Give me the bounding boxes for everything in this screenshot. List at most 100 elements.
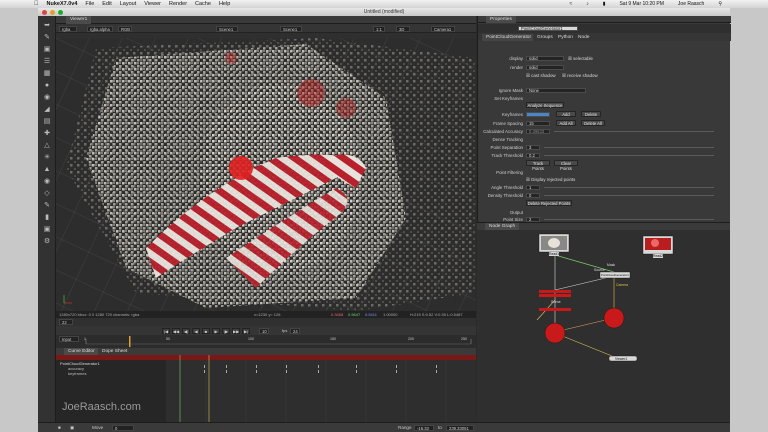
particles-icon[interactable]: ✳ — [42, 154, 52, 162]
merge-icon[interactable]: ▤ — [42, 118, 52, 126]
point-separation-slider[interactable] — [544, 147, 714, 148]
node-graph-canvas[interactable]: Read1 Read2 PointCloudGenerator1 Mask So… — [477, 230, 730, 422]
range-end-input[interactable]: 239.33051 — [446, 425, 474, 431]
analyze-sequence-button[interactable]: Analyze Sequence — [526, 102, 564, 108]
menu-app-name[interactable]: NukeX7.0v4 — [47, 1, 78, 7]
search-icon[interactable]: ⚲ — [718, 1, 722, 7]
channel-icon[interactable]: ▦ — [42, 70, 52, 78]
tab-properties[interactable]: Properties — [486, 16, 516, 23]
menu-help[interactable]: Help — [219, 1, 230, 7]
close-window-button[interactable] — [42, 9, 47, 15]
timeline[interactable]: Input 1 50 100 150 200 250 — [56, 335, 476, 348]
image-icon[interactable]: ▣ — [42, 46, 52, 54]
tree-keyframes[interactable]: keyframes — [68, 371, 86, 376]
user-name[interactable]: Joe Raasch — [678, 1, 704, 7]
track-threshold-input[interactable]: 0.2 — [526, 152, 540, 158]
add-keyframe-button[interactable]: Add — [556, 111, 576, 117]
transform-icon[interactable]: ✚ — [42, 130, 52, 138]
ignore-mask-select[interactable]: None — [526, 87, 586, 93]
node-name-field[interactable]: PointCloudGenerator1 — [518, 25, 578, 31]
ofx-icon[interactable]: ▣ — [42, 226, 52, 234]
camera-select[interactable]: Camera1 — [431, 25, 455, 32]
point-separation-input[interactable]: 3 — [526, 144, 540, 150]
read1-node[interactable]: Read1 — [549, 252, 559, 256]
view-mode-select[interactable]: 3D — [396, 25, 410, 32]
move-input[interactable]: 0 — [112, 425, 134, 431]
first-frame-button[interactable]: |◀ — [162, 327, 170, 334]
other-icon[interactable]: ✎ — [42, 202, 52, 210]
cast-shadow-checkbox[interactable]: ☒ cast shadow — [526, 73, 556, 79]
battery-icon[interactable]: ▮ — [603, 1, 606, 7]
delete-all-button[interactable]: Delete All — [581, 120, 605, 126]
add-all-button[interactable]: Add All — [556, 120, 576, 126]
menu-viewer[interactable]: Viewer — [144, 1, 161, 7]
read2-node[interactable]: Read2 — [653, 254, 663, 258]
fps-input[interactable]: 24 — [290, 327, 300, 334]
scene-node-label[interactable]: Scene — [551, 300, 561, 304]
draw-icon[interactable]: ✎ — [42, 34, 52, 42]
key-icon[interactable]: ■ — [58, 425, 61, 430]
angle-threshold-slider[interactable] — [544, 187, 714, 188]
volume-icon[interactable]: ♪ — [586, 1, 589, 7]
input-a-select[interactable]: Scene1 — [216, 25, 238, 32]
keyframes-input[interactable] — [526, 111, 550, 117]
density-threshold-slider[interactable] — [544, 195, 714, 196]
menu-render[interactable]: Render — [169, 1, 187, 7]
menu-edit[interactable]: Edit — [102, 1, 111, 7]
angle-threshold-input[interactable]: 1 — [526, 184, 540, 190]
delete-rejected-button[interactable]: Delete Rejected Points — [526, 200, 572, 206]
tab-node[interactable]: Node — [574, 34, 594, 41]
input-b-select[interactable]: Scene1 — [280, 25, 302, 32]
apple-icon[interactable]:  — [34, 1, 39, 7]
next-frame-button[interactable]: |▶ — [222, 327, 230, 334]
views-icon[interactable]: ◉ — [42, 178, 52, 186]
camera-node-label[interactable]: Camera — [616, 283, 628, 287]
tab-curve-editor[interactable]: Curve Editor — [64, 348, 99, 355]
filter-icon[interactable]: ◉ — [42, 94, 52, 102]
wifi-icon[interactable]: ≈ — [569, 1, 572, 7]
zoom-select[interactable]: 1:1 — [373, 25, 385, 32]
menu-file[interactable]: File — [85, 1, 94, 7]
tab-viewer1[interactable]: Viewer1 — [66, 16, 92, 24]
menu-layout[interactable]: Layout — [120, 1, 137, 7]
prev-key-button[interactable]: ◀◀ — [172, 327, 180, 334]
frame-spacing-input[interactable]: 15 — [526, 120, 550, 126]
keyer-icon[interactable]: ◢ — [42, 106, 52, 114]
display-select[interactable]: solid — [526, 55, 564, 61]
stop-button[interactable]: ■ — [202, 327, 210, 334]
display-rejected-checkbox[interactable]: ☒ Display rejected points — [526, 177, 575, 183]
tab-dope-sheet[interactable]: Dope Sheet — [98, 348, 132, 355]
track-threshold-slider[interactable] — [544, 155, 714, 156]
receive-shadow-checkbox[interactable]: ☒ receive shadow — [562, 73, 598, 79]
selectable-checkbox[interactable]: ☒ selectable — [568, 56, 593, 62]
track-points-button[interactable]: Track Points — [526, 160, 550, 171]
viewer1-node[interactable]: Viewer1 — [615, 357, 627, 361]
frame-icon[interactable]: ▣ — [70, 425, 74, 431]
increment-input[interactable]: 10 — [259, 327, 269, 334]
play-forward-button[interactable]: ▶ — [212, 327, 220, 334]
time-icon[interactable]: ☰ — [42, 58, 52, 66]
point-size-slider[interactable] — [544, 219, 714, 220]
settings-icon[interactable]: ⚙ — [42, 238, 52, 246]
range-start-input[interactable]: -16.33 — [414, 425, 434, 431]
render-select[interactable]: solid — [526, 64, 564, 70]
furnace-icon[interactable]: ▮ — [42, 214, 52, 222]
dope-sheet-panel[interactable]: PointCloudGenerator1 accuracy keyframes … — [56, 355, 476, 422]
delete-keyframe-button[interactable]: Delete — [581, 111, 601, 117]
metadata-icon[interactable]: ◇ — [42, 190, 52, 198]
clear-points-button[interactable]: Clear Points — [554, 160, 578, 171]
prev-frame-button[interactable]: ◀| — [182, 327, 190, 334]
zoom-window-button[interactable] — [58, 9, 63, 15]
viewer-canvas[interactable] — [56, 38, 476, 311]
current-frame-input[interactable]: 22 — [59, 319, 73, 325]
next-key-button[interactable]: ▶▶ — [232, 327, 240, 334]
menu-cache[interactable]: Cache — [195, 1, 211, 7]
deep-icon[interactable]: ▲ — [42, 166, 52, 174]
pointer-icon[interactable]: ➥ — [42, 22, 52, 30]
minimize-window-button[interactable] — [50, 9, 55, 15]
channel-alpha-select[interactable]: rgba.alpha — [87, 25, 113, 32]
play-backward-button[interactable]: ◀ — [192, 327, 200, 334]
tab-pointcloudgenerator[interactable]: PointCloudGenerator — [482, 34, 536, 41]
channels-select[interactable]: rgba — [59, 25, 77, 32]
color-icon[interactable]: ● — [42, 82, 52, 90]
